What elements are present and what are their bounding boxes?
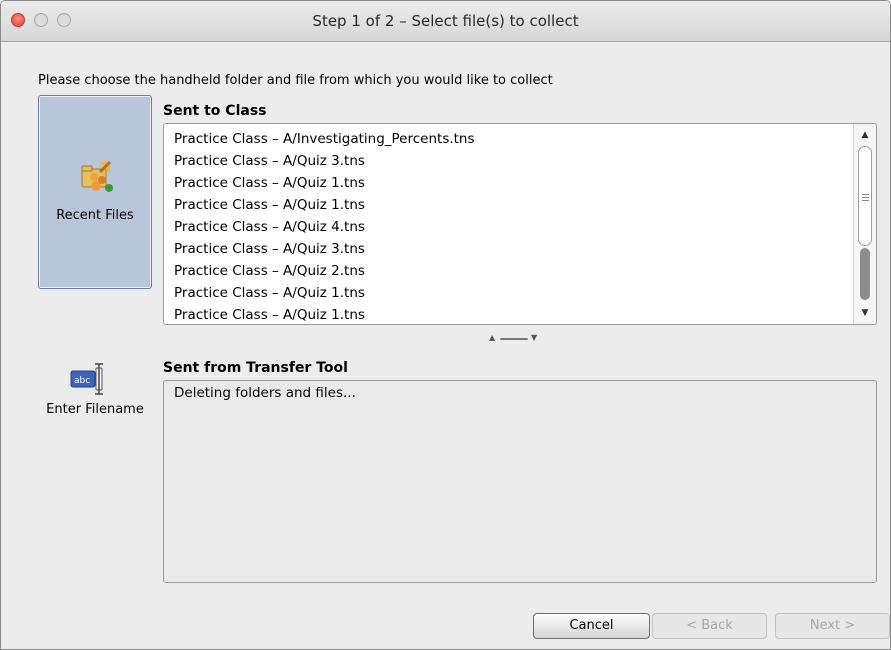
cancel-button[interactable]: Cancel [533, 613, 650, 639]
back-button[interactable]: < Back [652, 613, 767, 639]
dialog-window: Step 1 of 2 – Select file(s) to collect … [0, 0, 891, 650]
list-item[interactable]: Practice Class – A/Quiz 3.tns [164, 150, 852, 172]
list-item[interactable]: Practice Class – A/Quiz 1.tns [164, 282, 852, 304]
scroll-track[interactable] [858, 146, 872, 302]
scroll-down-icon[interactable]: ▼ [854, 304, 876, 322]
recent-files-icon [81, 160, 113, 192]
instruction-text: Please choose the handheld folder and fi… [38, 73, 553, 88]
recent-files-button[interactable]: Recent Files [38, 95, 152, 289]
scroll-thumb[interactable] [858, 146, 872, 246]
list-item[interactable]: Practice Class – A/Quiz 3.tns [164, 238, 852, 260]
splitter-down-arrow-icon[interactable]: ▼ [531, 333, 537, 342]
split-pane-divider[interactable]: ▲ ▼ [477, 333, 557, 344]
list-item[interactable]: Practice Class – A/Quiz 1.tns [164, 172, 852, 194]
enter-filename-label: Enter Filename [46, 402, 144, 417]
splitter-up-arrow-icon[interactable]: ▲ [489, 333, 495, 342]
sent-to-class-list[interactable]: Practice Class – A/Investigating_Percent… [163, 123, 877, 325]
recent-files-label: Recent Files [56, 208, 134, 223]
next-button[interactable]: Next > [775, 613, 890, 639]
transfer-status-panel: Deleting folders and files... [163, 380, 877, 583]
list-item[interactable]: Practice Class – A/Quiz 1.tns [164, 304, 852, 324]
list-scrollbar[interactable]: ▲ ▼ [853, 124, 876, 324]
splitter-handle[interactable] [500, 338, 528, 340]
window-title: Step 1 of 2 – Select file(s) to collect [312, 12, 579, 30]
list-item[interactable]: Practice Class – A/Quiz 4.tns [164, 216, 852, 238]
list-item[interactable]: Practice Class – A/Investigating_Percent… [164, 128, 852, 150]
svg-text:abc: abc [74, 376, 90, 386]
status-message: Deleting folders and files... [174, 385, 356, 401]
list-item[interactable]: Practice Class – A/Quiz 2.tns [164, 260, 852, 282]
grip-icon [862, 194, 869, 201]
scroll-up-icon[interactable]: ▲ [854, 126, 876, 144]
list-item[interactable]: Practice Class – A/Quiz 1.tns [164, 194, 852, 216]
sent-to-class-heading: Sent to Class [163, 103, 267, 119]
title-bar: Step 1 of 2 – Select file(s) to collect [1, 1, 890, 42]
enter-filename-button[interactable]: abc Enter Filename [38, 359, 152, 429]
sent-from-transfer-tool-heading: Sent from Transfer Tool [163, 360, 348, 376]
text-field-icon: abc [70, 363, 103, 395]
scroll-track-fill [860, 248, 870, 300]
